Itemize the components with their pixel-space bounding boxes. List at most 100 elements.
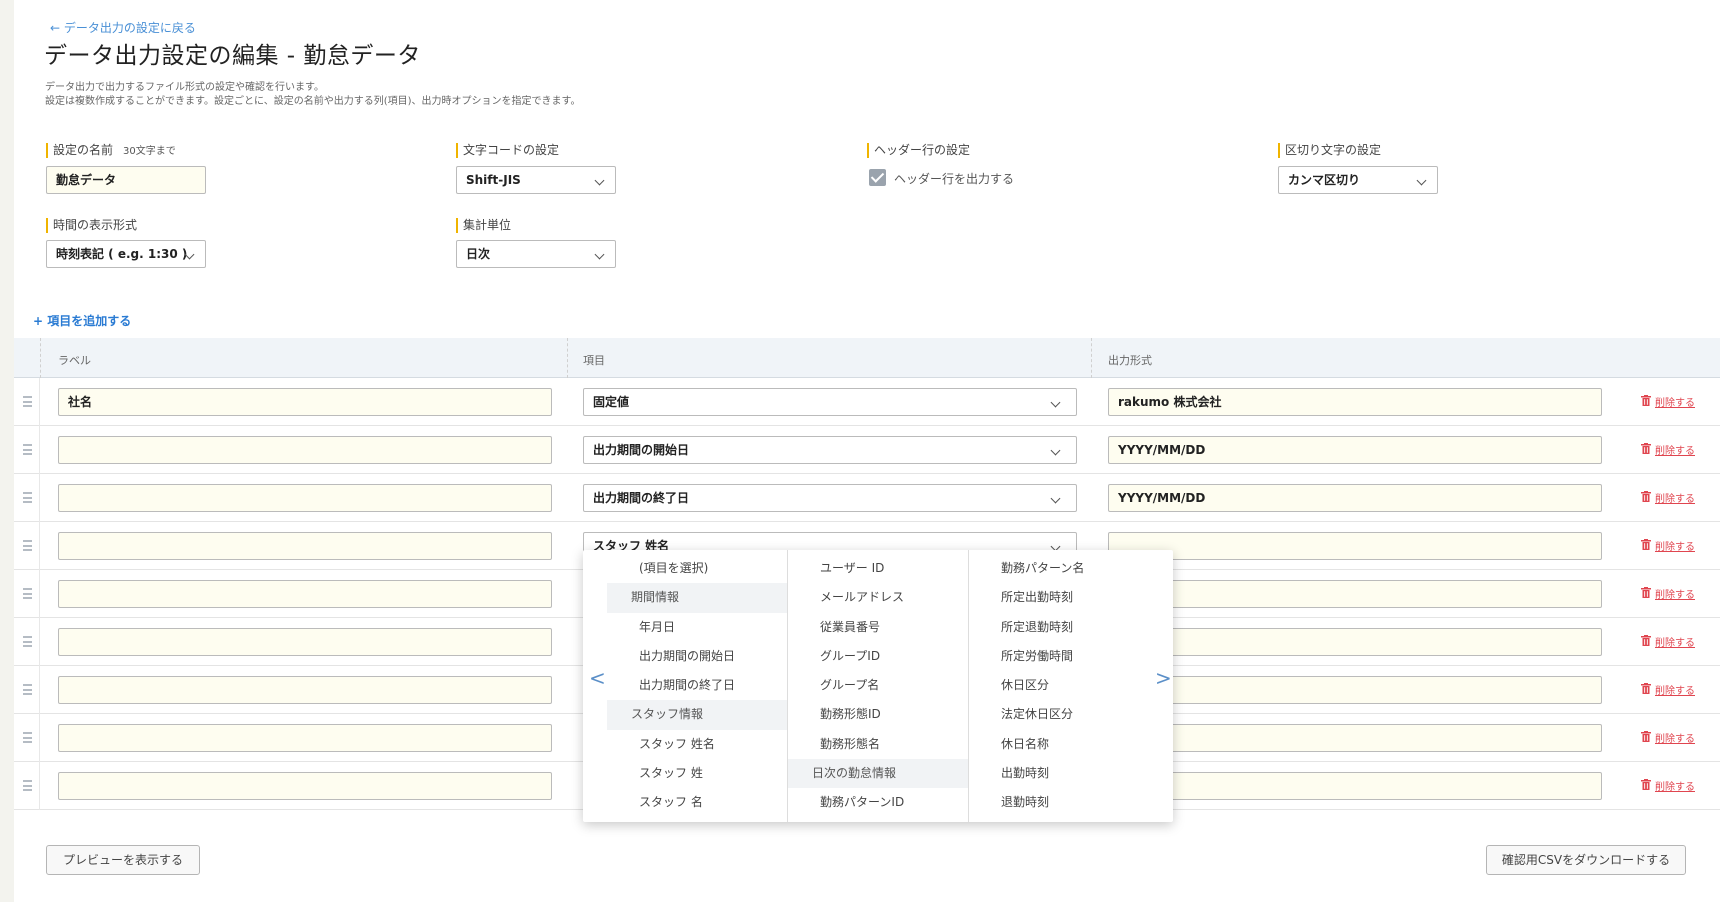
header-row-checkbox[interactable] xyxy=(869,169,886,186)
dropdown-column-1: (項目を選択) 期間情報 年月日 出力期間の開始日 出力期間の終了日 スタッフ情報 スタッフ… xyxy=(607,554,787,818)
delete-row-button[interactable]: 削除する xyxy=(1655,730,1695,745)
row-label-input[interactable] xyxy=(58,484,552,512)
drag-handle-cell xyxy=(14,522,40,570)
drag-handle-icon[interactable] xyxy=(23,684,32,695)
row-format-input[interactable] xyxy=(1108,724,1602,752)
dropdown-option[interactable]: ユーザー ID xyxy=(788,554,968,583)
trash-icon xyxy=(1641,539,1651,550)
row-format-input[interactable]: YYYY/MM/DD xyxy=(1108,436,1602,464)
trash-icon xyxy=(1641,779,1651,790)
row-format-input[interactable] xyxy=(1108,628,1602,656)
dropdown-option[interactable]: 出力期間の開始日 xyxy=(607,642,787,671)
dropdown-column-3: 勤務パターン名 所定出勤時刻 所定退勤時刻 所定労働時間 休日区分 法定休日区分 休日名称出… xyxy=(969,554,1149,818)
dropdown-option[interactable]: 所定労働時間 xyxy=(969,642,1149,671)
next-page-arrow-icon[interactable]: > xyxy=(1155,668,1172,688)
dropdown-option[interactable]: 勤務パターンID xyxy=(788,788,968,817)
dropdown-option[interactable]: 所定出勤時刻 xyxy=(969,583,1149,612)
delimiter-select[interactable]: カンマ区切り xyxy=(1278,166,1438,194)
download-csv-button[interactable]: 確認用CSVをダウンロードする xyxy=(1486,845,1686,875)
delimiter-select-value: カンマ区切り xyxy=(1288,173,1361,187)
drag-handle-icon[interactable] xyxy=(23,444,32,455)
dropdown-option[interactable]: スタッフ 名 xyxy=(607,788,787,817)
dropdown-option[interactable]: グループ名 xyxy=(788,671,968,700)
dropdown-option[interactable]: メールアドレス xyxy=(788,583,968,612)
drag-handle-cell xyxy=(14,378,40,426)
dropdown-group-header: 期間情報 xyxy=(607,583,787,613)
row-item-select[interactable]: 固定値 xyxy=(583,388,1077,416)
row-item-select[interactable]: 出力期間の開始日 xyxy=(583,436,1077,464)
aggregation-select-value: 日次 xyxy=(466,247,491,261)
drag-handle-icon[interactable] xyxy=(23,732,32,743)
row-label-input[interactable]: 社名 xyxy=(58,388,552,416)
time-format-select[interactable]: 時刻表記 ( e.g. 1:30 ) xyxy=(46,240,206,268)
delete-row-button[interactable]: 削除する xyxy=(1655,442,1695,457)
delete-row-button[interactable]: 削除する xyxy=(1655,682,1695,697)
row-label-input[interactable] xyxy=(58,532,552,560)
row-format-input[interactable]: rakumo 株式会社 xyxy=(1108,388,1602,416)
row-format-input[interactable] xyxy=(1108,532,1602,560)
drag-handle-icon[interactable] xyxy=(23,780,32,791)
column-header-label: ラベル xyxy=(58,354,91,367)
delete-row-button[interactable]: 削除する xyxy=(1655,394,1695,409)
trash-icon xyxy=(1641,443,1651,454)
delete-row-button[interactable]: 削除する xyxy=(1655,778,1695,793)
row-label-input[interactable] xyxy=(58,676,552,704)
dropdown-option[interactable]: 退勤時刻 xyxy=(969,788,1149,817)
dropdown-option[interactable]: 勤務パターン名 xyxy=(969,554,1149,583)
row-format-input[interactable] xyxy=(1108,772,1602,800)
encoding-select-value: Shift-JIS xyxy=(466,173,521,187)
trash-icon xyxy=(1641,587,1651,598)
dropdown-option[interactable]: スタッフ 姓 xyxy=(607,759,787,788)
drag-handle-icon[interactable] xyxy=(23,540,32,551)
chevron-down-icon xyxy=(1050,397,1061,408)
drag-handle-icon[interactable] xyxy=(23,492,32,503)
row-item-select-value: 出力期間の開始日 xyxy=(593,443,690,457)
trash-icon xyxy=(1641,395,1651,406)
back-link[interactable]: ← データ出力の設定に戻る xyxy=(50,19,196,36)
dropdown-option[interactable]: グループID xyxy=(788,642,968,671)
aggregation-label: 集計単位 xyxy=(456,218,511,233)
row-label-input[interactable] xyxy=(58,724,552,752)
row-item-select[interactable]: 出力期間の終了日 xyxy=(583,484,1077,512)
add-item-button[interactable]: + 項目を追加する xyxy=(33,312,131,329)
dropdown-option[interactable]: 年月日 xyxy=(607,613,787,642)
row-format-input[interactable] xyxy=(1108,580,1602,608)
page-title: データ出力設定の編集 - 勤怠データ xyxy=(44,43,421,69)
dropdown-option[interactable]: 勤務形態名 xyxy=(788,730,968,759)
table-row: 社名 固定値 rakumo 株式会社 削除する xyxy=(14,378,1720,426)
encoding-select[interactable]: Shift-JIS xyxy=(456,166,616,194)
prev-page-arrow-icon[interactable]: < xyxy=(589,668,606,688)
row-format-input[interactable]: YYYY/MM/DD xyxy=(1108,484,1602,512)
dropdown-option[interactable]: (項目を選択) xyxy=(607,554,787,583)
delete-row-button[interactable]: 削除する xyxy=(1655,538,1695,553)
dropdown-group-header: 日次の勤怠情報 xyxy=(788,759,968,789)
dropdown-option[interactable]: 休日名称 xyxy=(969,730,1149,759)
dropdown-option[interactable]: スタッフ 姓名 xyxy=(607,730,787,759)
dropdown-option[interactable]: 所定退勤時刻 xyxy=(969,613,1149,642)
drag-handle-icon[interactable] xyxy=(23,636,32,647)
dropdown-option[interactable]: 従業員番号 xyxy=(788,613,968,642)
dropdown-option[interactable]: 出勤時刻 xyxy=(969,759,1149,788)
preview-button[interactable]: プレビューを表示する xyxy=(46,845,200,875)
drag-handle-icon[interactable] xyxy=(23,588,32,599)
description-line-2: 設定は複数作成することができます。設定ごとに、設定の名前や出力する列(項目)、出… xyxy=(45,96,581,107)
drag-handle-icon[interactable] xyxy=(23,396,32,407)
delete-row-button[interactable]: 削除する xyxy=(1655,490,1695,505)
dropdown-option[interactable]: 休日区分 xyxy=(969,671,1149,700)
trash-icon xyxy=(1641,491,1651,502)
aggregation-select[interactable]: 日次 xyxy=(456,240,616,268)
row-format-input[interactable] xyxy=(1108,676,1602,704)
delete-row-button[interactable]: 削除する xyxy=(1655,634,1695,649)
setting-name-input[interactable]: 勤怠データ xyxy=(46,166,206,194)
row-label-input[interactable] xyxy=(58,772,552,800)
dropdown-option[interactable]: 出力期間の終了日 xyxy=(607,671,787,700)
item-select-dropdown: < > (項目を選択) 期間情報 年月日 出力期間の開始日 出力期間の終了日 スタッフ情報… xyxy=(583,550,1173,822)
dropdown-column-2: ユーザー ID メールアドレス 従業員番号 グループID グループ名 勤務形態ID 勤務形態… xyxy=(788,554,968,818)
row-label-input[interactable] xyxy=(58,580,552,608)
drag-handle-cell xyxy=(14,618,40,666)
dropdown-option[interactable]: 法定休日区分 xyxy=(969,700,1149,729)
dropdown-option[interactable]: 勤務形態ID xyxy=(788,700,968,729)
row-label-input[interactable] xyxy=(58,436,552,464)
row-label-input[interactable] xyxy=(58,628,552,656)
delete-row-button[interactable]: 削除する xyxy=(1655,586,1695,601)
